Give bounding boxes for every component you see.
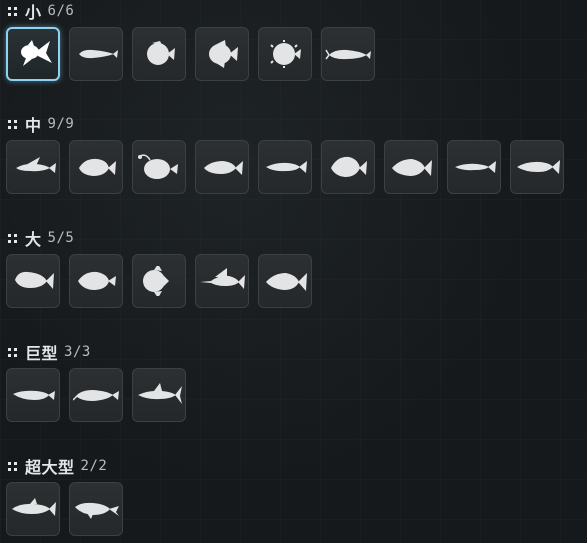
flounder-icon: [78, 271, 116, 290]
sea-bass-icon: [204, 161, 243, 175]
fish-slot[interactable]: [321, 140, 375, 194]
fish-slot[interactable]: [6, 482, 60, 536]
fish-slot[interactable]: [6, 254, 60, 308]
fish-slot[interactable]: [510, 140, 564, 194]
category-name: 大: [25, 230, 42, 249]
salmon-icon: [517, 160, 560, 174]
fish-slot-row: [6, 254, 581, 308]
grip-icon: [8, 233, 17, 243]
angelfish-icon: [209, 40, 238, 68]
catfish-icon: [73, 390, 119, 401]
category-name: 超大型: [25, 458, 75, 477]
fish-category: 超大型 2/2: [6, 455, 581, 536]
loach-icon: [79, 49, 118, 59]
category-name: 小: [25, 3, 42, 22]
fish-slot[interactable]: [447, 140, 501, 194]
category-header: 小 6/6: [6, 0, 581, 22]
fish-slot[interactable]: [258, 27, 312, 81]
goldfish-icon: [21, 40, 52, 66]
shark-icon: [138, 383, 182, 404]
sunfish-icon: [143, 266, 169, 296]
fish-slot[interactable]: [258, 254, 312, 308]
fish-slot[interactable]: [69, 140, 123, 194]
mackerel-icon: [266, 161, 307, 173]
grouper-icon: [79, 158, 116, 176]
fish-slot-row: [6, 368, 581, 422]
category-name: 巨型: [25, 344, 59, 363]
fish-category: 小 6/6: [6, 0, 581, 81]
sardine-icon: [455, 161, 496, 173]
anglerfish-icon: [138, 154, 178, 179]
fish-slot[interactable]: [6, 368, 60, 422]
grip-icon: [8, 119, 17, 129]
fish-slot[interactable]: [69, 27, 123, 81]
fish-slot[interactable]: [132, 27, 186, 81]
fish-slot-row: [6, 482, 581, 536]
fish-slot[interactable]: [132, 368, 186, 422]
flying-fish-icon: [16, 157, 56, 173]
fish-category: 大 5/5: [6, 227, 581, 308]
grip-icon: [8, 461, 17, 471]
arowana-icon: [13, 390, 55, 400]
category-header: 巨型 3/3: [6, 341, 581, 363]
fish-slot[interactable]: [132, 254, 186, 308]
shrimp-icon: [325, 49, 371, 60]
fish-slot[interactable]: [69, 254, 123, 308]
category-count: 6/6: [47, 3, 75, 19]
fish-slot[interactable]: [258, 140, 312, 194]
fish-slot-row: [6, 140, 581, 194]
category-header: 超大型 2/2: [6, 455, 581, 477]
category-count: 2/2: [80, 458, 108, 474]
category-header: 中 9/9: [6, 113, 581, 135]
category-count: 5/5: [47, 230, 75, 246]
mahi-mahi-icon: [15, 271, 54, 289]
fish-slot[interactable]: [195, 254, 249, 308]
tuna-icon: [266, 273, 307, 291]
fish-slot[interactable]: [195, 27, 249, 81]
category-count: 3/3: [64, 344, 91, 360]
fish-slot-row: [6, 27, 581, 81]
fish-slot[interactable]: [69, 368, 123, 422]
fish-slot[interactable]: [6, 140, 60, 194]
round-fish-icon: [147, 41, 175, 65]
category-count: 9/9: [47, 116, 75, 132]
fish-slot[interactable]: [69, 482, 123, 536]
fish-slot[interactable]: [195, 140, 249, 194]
whale-icon: [75, 502, 119, 519]
category-name: 中: [25, 116, 42, 135]
grip-icon: [8, 347, 17, 357]
carp-icon: [392, 159, 432, 176]
whale-shark-icon: [12, 498, 56, 516]
fish-category: 巨型 3/3: [6, 341, 581, 422]
fish-slot[interactable]: [132, 140, 186, 194]
pufferfish-icon: [270, 40, 301, 68]
fish-category: 中 9/9: [6, 113, 581, 194]
bream-icon: [331, 156, 367, 177]
fish-slot[interactable]: [321, 27, 375, 81]
fish-slot[interactable]: [384, 140, 438, 194]
grip-icon: [8, 6, 17, 16]
marlin-icon: [200, 268, 245, 289]
fish-slot[interactable]: [6, 27, 60, 81]
category-header: 大 5/5: [6, 227, 581, 249]
